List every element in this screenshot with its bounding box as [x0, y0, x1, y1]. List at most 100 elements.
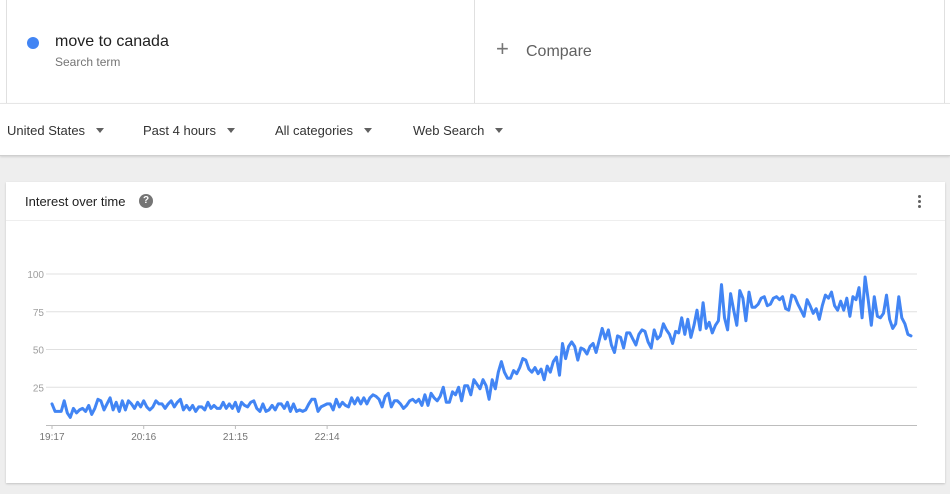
data-point[interactable] — [527, 367, 531, 371]
data-point[interactable] — [450, 390, 454, 394]
data-point[interactable] — [466, 384, 470, 388]
data-point[interactable] — [591, 341, 595, 345]
data-point[interactable] — [178, 397, 182, 401]
data-point[interactable] — [530, 370, 534, 374]
data-point[interactable] — [900, 316, 904, 320]
data-point[interactable] — [240, 400, 244, 404]
data-point[interactable] — [515, 372, 519, 376]
data-point[interactable] — [716, 319, 720, 323]
data-point[interactable] — [99, 399, 103, 403]
data-point[interactable] — [209, 406, 213, 410]
data-point[interactable] — [753, 305, 757, 309]
data-point[interactable] — [564, 357, 568, 361]
data-point[interactable] — [258, 409, 262, 413]
data-point[interactable] — [163, 406, 167, 410]
data-point[interactable] — [692, 323, 696, 327]
data-point[interactable] — [139, 405, 143, 409]
data-point[interactable] — [347, 405, 351, 409]
data-point[interactable] — [557, 373, 561, 377]
data-point[interactable] — [738, 289, 742, 293]
data-point[interactable] — [582, 348, 586, 352]
data-point[interactable] — [432, 396, 436, 400]
data-point[interactable] — [169, 399, 173, 403]
data-point[interactable] — [71, 406, 75, 410]
data-point[interactable] — [823, 293, 827, 297]
data-point[interactable] — [649, 346, 653, 350]
data-point[interactable] — [282, 406, 286, 410]
data-point[interactable] — [744, 319, 748, 323]
data-point[interactable] — [206, 400, 210, 404]
data-point[interactable] — [628, 331, 632, 335]
data-point[interactable] — [117, 409, 121, 413]
search-term-name[interactable]: move to canada — [55, 33, 169, 51]
data-point[interactable] — [65, 411, 69, 415]
data-point[interactable] — [622, 346, 626, 350]
data-point[interactable] — [359, 402, 363, 406]
data-point[interactable] — [713, 323, 717, 327]
data-point[interactable] — [126, 399, 130, 403]
data-point[interactable] — [774, 295, 778, 299]
data-point[interactable] — [350, 396, 354, 400]
data-point[interactable] — [267, 408, 271, 412]
data-point[interactable] — [307, 402, 311, 406]
data-point[interactable] — [166, 402, 170, 406]
data-point[interactable] — [588, 344, 592, 348]
data-point[interactable] — [362, 396, 366, 400]
data-point[interactable] — [227, 402, 231, 406]
interest-chart[interactable]: 25 50 75 100 19:17 20:16 21:15 22:14 — [6, 221, 945, 483]
data-point[interactable] — [87, 403, 91, 407]
data-point[interactable] — [160, 402, 164, 406]
data-point[interactable] — [423, 393, 427, 397]
data-point[interactable] — [512, 369, 516, 373]
data-point[interactable] — [411, 397, 415, 401]
data-point[interactable] — [365, 402, 369, 406]
data-point[interactable] — [353, 402, 357, 406]
data-point[interactable] — [273, 408, 277, 412]
data-point[interactable] — [894, 322, 898, 326]
data-point[interactable] — [142, 399, 146, 403]
data-point[interactable] — [475, 382, 479, 386]
data-point[interactable] — [747, 290, 751, 294]
data-point[interactable] — [383, 394, 387, 398]
data-point[interactable] — [194, 409, 198, 413]
data-point[interactable] — [793, 295, 797, 299]
data-point[interactable] — [224, 406, 228, 410]
data-point[interactable] — [185, 403, 189, 407]
data-point[interactable] — [230, 406, 234, 410]
data-point[interactable] — [395, 399, 399, 403]
data-point[interactable] — [236, 409, 240, 413]
data-point[interactable] — [509, 376, 513, 380]
data-point[interactable] — [111, 408, 115, 412]
data-point[interactable] — [542, 378, 546, 382]
data-point[interactable] — [84, 409, 88, 413]
data-point[interactable] — [447, 400, 451, 404]
data-point[interactable] — [328, 402, 332, 406]
data-point[interactable] — [802, 314, 806, 318]
data-point[interactable] — [460, 399, 464, 403]
data-point[interactable] — [478, 387, 482, 391]
data-point[interactable] — [108, 396, 112, 400]
data-point[interactable] — [710, 331, 714, 335]
data-point[interactable] — [817, 317, 821, 321]
data-point[interactable] — [154, 399, 158, 403]
data-point[interactable] — [778, 298, 782, 302]
data-point[interactable] — [652, 328, 656, 332]
data-point[interactable] — [331, 408, 335, 412]
data-point[interactable] — [68, 415, 72, 419]
data-point[interactable] — [533, 366, 537, 370]
data-point[interactable] — [891, 326, 895, 330]
region-dropdown[interactable]: United States — [7, 123, 105, 138]
data-point[interactable] — [496, 370, 500, 374]
data-point[interactable] — [136, 400, 140, 404]
data-point[interactable] — [316, 409, 320, 413]
data-point[interactable] — [683, 332, 687, 336]
data-point[interactable] — [380, 405, 384, 409]
data-point[interactable] — [698, 328, 702, 332]
data-point[interactable] — [377, 397, 381, 401]
category-dropdown[interactable]: All categories — [275, 123, 373, 138]
data-point[interactable] — [839, 299, 843, 303]
data-point[interactable] — [701, 301, 705, 305]
data-point[interactable] — [291, 402, 295, 406]
data-point[interactable] — [732, 308, 736, 312]
data-point[interactable] — [866, 298, 870, 302]
